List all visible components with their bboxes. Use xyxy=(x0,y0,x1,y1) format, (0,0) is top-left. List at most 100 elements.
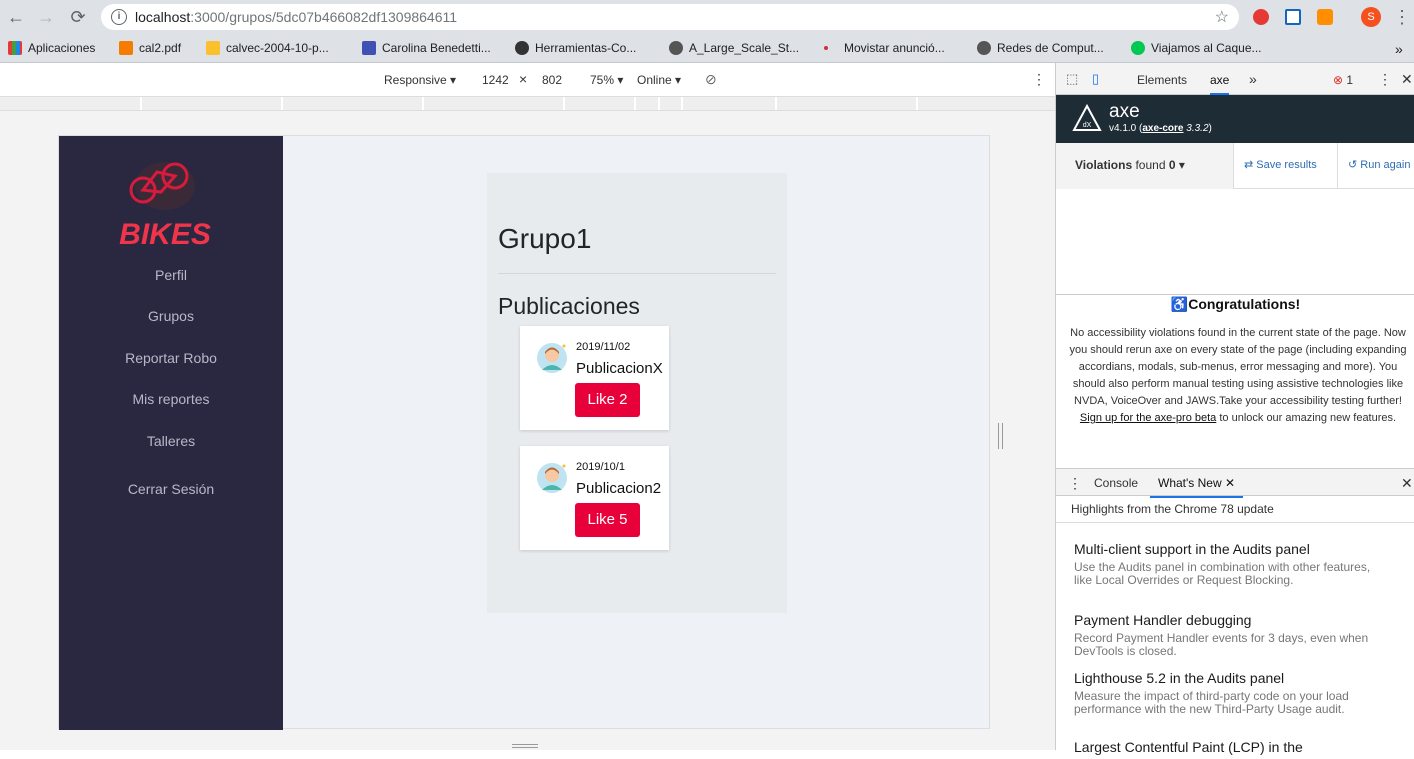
post-date: 2019/10/1 xyxy=(576,461,625,473)
drawer-tabbar: ⋮ Console What's New ✕ ✕ xyxy=(1056,468,1414,498)
whats-new-item[interactable]: Largest Contentful Paint (LCP) in the xyxy=(1074,739,1374,759)
like-button[interactable]: Like 2 xyxy=(575,383,640,417)
axe-logo-icon: dX xyxy=(1072,103,1102,131)
whats-new-item[interactable]: Payment Handler debugging Record Payment… xyxy=(1074,612,1374,658)
nav-perfil[interactable]: Perfil xyxy=(59,267,283,283)
swap-icon: ⇄ xyxy=(1244,159,1254,171)
bikes-logo: BIKES xyxy=(119,162,211,250)
forward-icon[interactable]: → xyxy=(34,5,58,29)
rotate-icon[interactable]: ⊘ xyxy=(705,71,717,88)
device-toolbar: Responsive ▾ 1242 × 802 75% ▾ Online ▾ ⊘… xyxy=(0,63,1055,97)
globe-icon xyxy=(977,41,991,55)
zoom-select[interactable]: 75% ▾ xyxy=(590,73,623,87)
device-toggle-icon[interactable]: ▯ xyxy=(1092,71,1099,87)
browser-toolbar: ← → ⟳ i localhost:3000/grupos/5dc07b4660… xyxy=(0,0,1414,34)
extension-icon[interactable] xyxy=(1285,9,1301,25)
devtools-tabbar: ⬚ ▯ Elements axe » ⊗ 1 ⋮ ✕ xyxy=(1056,63,1414,95)
violations-dropdown[interactable]: Violations found 0 ▾ xyxy=(1056,143,1234,189)
devtools-menu-icon[interactable]: ⋮ xyxy=(1378,71,1392,88)
nav-mis-reportes[interactable]: Mis reportes xyxy=(59,391,283,407)
back-icon[interactable]: ← xyxy=(4,5,28,29)
device-mode-select[interactable]: Responsive ▾ xyxy=(384,73,456,87)
whats-new-title[interactable]: Payment Handler debugging xyxy=(1074,612,1374,628)
more-options-icon[interactable]: ⋮ xyxy=(1032,71,1046,88)
viewport-bottom-resize-handle[interactable] xyxy=(512,744,538,748)
site-icon xyxy=(1131,41,1145,55)
save-results-button[interactable]: ⇄ Save results xyxy=(1244,158,1317,171)
whats-new-item[interactable]: Lighthouse 5.2 in the Audits panel Measu… xyxy=(1074,670,1374,716)
bookmark-item[interactable]: A_Large_Scale_St... xyxy=(669,41,799,55)
close-drawer-icon[interactable]: ✕ xyxy=(1401,475,1413,492)
axe-pro-link[interactable]: Sign up for the axe-pro beta xyxy=(1080,412,1216,424)
refresh-icon: ↺ xyxy=(1348,159,1358,171)
reload-icon[interactable]: ⟳ xyxy=(66,5,90,29)
post-title: PublicacionX xyxy=(576,360,663,377)
whats-new-subtitle: Highlights from the Chrome 78 update xyxy=(1056,496,1414,523)
globe-icon xyxy=(669,41,683,55)
extension-icon[interactable] xyxy=(1253,9,1269,25)
run-again-button[interactable]: ↺ Run again xyxy=(1337,143,1410,189)
bookmark-item[interactable]: Carolina Benedetti... xyxy=(362,41,491,55)
whats-new-desc: Record Payment Handler events for 3 days… xyxy=(1074,631,1369,658)
whats-new-desc: Use the Audits panel in combination with… xyxy=(1074,560,1371,587)
axe-title: axe xyxy=(1109,101,1140,122)
tab-console[interactable]: Console xyxy=(1094,476,1138,490)
accessibility-icon: ♿ xyxy=(1170,296,1189,312)
more-bookmarks-icon[interactable]: » xyxy=(1395,41,1403,57)
tab-axe[interactable]: axe xyxy=(1210,73,1230,95)
post-date: 2019/11/02 xyxy=(576,341,631,353)
bookmark-item[interactable]: Movistar anunció... xyxy=(824,41,945,55)
nav-grupos[interactable]: Grupos xyxy=(59,308,283,324)
close-icon[interactable]: ✕ xyxy=(1401,71,1413,88)
whats-new-title[interactable]: Multi-client support in the Audits panel xyxy=(1074,541,1374,557)
whats-new-desc: Measure the impact of third-party code o… xyxy=(1074,689,1349,716)
height-input[interactable]: 802 xyxy=(542,73,562,87)
bookmark-item[interactable]: Viajamos al Caque... xyxy=(1131,41,1262,55)
axe-toolbar: Violations found 0 ▾ ⇄ Save results ↺ Ru… xyxy=(1056,143,1414,189)
star-icon[interactable]: ☆ xyxy=(1215,7,1229,27)
post-card: 2019/11/02 PublicacionX Like 2 xyxy=(520,326,669,430)
tab-whats-new[interactable]: What's New ✕ xyxy=(1150,476,1244,498)
axe-version: v4.1.0 (axe-core 3.3.2) xyxy=(1109,123,1212,134)
info-icon[interactable]: i xyxy=(111,9,127,25)
bookmark-item[interactable]: calvec-2004-10-p... xyxy=(206,41,329,55)
app-page: BIKES Perfil Grupos Reportar Robo Mis re… xyxy=(58,135,990,730)
site-icon xyxy=(362,41,376,55)
network-select[interactable]: Online ▾ xyxy=(637,73,681,87)
whats-new-item[interactable]: Multi-client support in the Audits panel… xyxy=(1074,541,1374,587)
width-input[interactable]: 1242 xyxy=(482,73,509,87)
whats-new-title[interactable]: Largest Contentful Paint (LCP) in the xyxy=(1074,739,1374,755)
congrats-message: No accessibility violations found in the… xyxy=(1069,327,1407,424)
tab-elements[interactable]: Elements xyxy=(1137,73,1187,87)
like-button[interactable]: Like 5 xyxy=(575,503,640,537)
sidebar: BIKES Perfil Grupos Reportar Robo Mis re… xyxy=(59,136,283,730)
bookmark-item[interactable]: Redes de Comput... xyxy=(977,41,1104,55)
error-badge[interactable]: ⊗ 1 xyxy=(1333,73,1353,87)
media-query-bar[interactable] xyxy=(0,97,1055,111)
viewport-resize-handle[interactable] xyxy=(998,423,1003,449)
divider xyxy=(498,273,776,274)
nav-cerrar-sesion[interactable]: Cerrar Sesión xyxy=(59,481,283,497)
extension-icon[interactable] xyxy=(1317,9,1333,25)
bookmark-item[interactable]: Aplicaciones xyxy=(8,41,95,55)
group-card: Grupo1 Publicaciones 2019/11/02 Publicac… xyxy=(487,173,787,613)
drawer-menu-icon[interactable]: ⋮ xyxy=(1068,475,1082,492)
pdf-icon xyxy=(206,41,220,55)
inspect-icon[interactable]: ⬚ xyxy=(1066,71,1078,87)
profile-avatar[interactable]: S xyxy=(1361,7,1381,27)
github-icon xyxy=(515,41,529,55)
url-text[interactable]: localhost:3000/grupos/5dc07b466082df1309… xyxy=(135,9,457,25)
user-avatar-icon xyxy=(537,343,567,373)
menu-icon[interactable]: ⋮ xyxy=(1390,5,1414,29)
bookmark-item[interactable]: cal2.pdf xyxy=(119,41,181,55)
nav-reportar-robo[interactable]: Reportar Robo xyxy=(59,350,283,366)
bookmark-item[interactable]: Herramientas-Co... xyxy=(515,41,636,55)
address-bar[interactable]: i localhost:3000/grupos/5dc07b466082df13… xyxy=(101,4,1239,30)
nav-talleres[interactable]: Talleres xyxy=(59,433,283,449)
pdf-icon xyxy=(119,41,133,55)
close-tab-icon[interactable]: ✕ xyxy=(1225,476,1235,490)
dimension-separator-icon: × xyxy=(519,71,528,87)
more-tabs-icon[interactable]: » xyxy=(1249,71,1257,87)
user-avatar-icon xyxy=(537,463,567,493)
whats-new-title[interactable]: Lighthouse 5.2 in the Audits panel xyxy=(1074,670,1374,686)
